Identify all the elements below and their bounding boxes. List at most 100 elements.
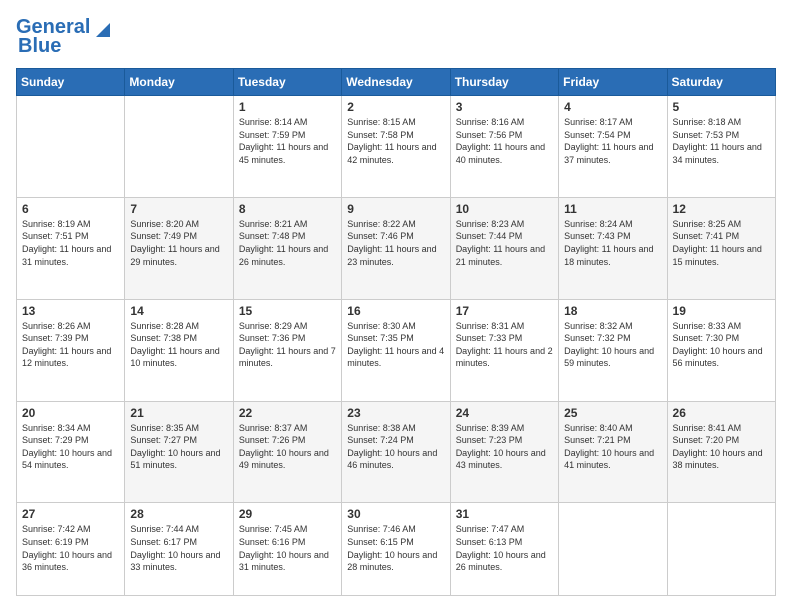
- calendar-cell: 31 Sunrise: 7:47 AM Sunset: 6:13 PM Dayli…: [450, 503, 558, 596]
- weekday-header-sunday: Sunday: [17, 69, 125, 96]
- calendar-cell: [125, 96, 233, 198]
- day-info: Sunrise: 8:40 AM Sunset: 7:21 PM Dayligh…: [564, 422, 661, 472]
- day-number: 26: [673, 406, 770, 420]
- day-number: 16: [347, 304, 444, 318]
- day-info: Sunrise: 8:34 AM Sunset: 7:29 PM Dayligh…: [22, 422, 119, 472]
- day-number: 4: [564, 100, 661, 114]
- weekday-header-wednesday: Wednesday: [342, 69, 450, 96]
- calendar-cell: 14 Sunrise: 8:28 AM Sunset: 7:38 PM Dayli…: [125, 299, 233, 401]
- day-info: Sunrise: 7:46 AM Sunset: 6:15 PM Dayligh…: [347, 523, 444, 573]
- calendar-cell: 29 Sunrise: 7:45 AM Sunset: 6:16 PM Dayli…: [233, 503, 341, 596]
- day-info: Sunrise: 8:15 AM Sunset: 7:58 PM Dayligh…: [347, 116, 444, 166]
- day-info: Sunrise: 8:19 AM Sunset: 7:51 PM Dayligh…: [22, 218, 119, 268]
- calendar-cell: 5 Sunrise: 8:18 AM Sunset: 7:53 PM Daylig…: [667, 96, 775, 198]
- calendar-cell: 20 Sunrise: 8:34 AM Sunset: 7:29 PM Dayli…: [17, 401, 125, 503]
- weekday-header-saturday: Saturday: [667, 69, 775, 96]
- day-info: Sunrise: 7:45 AM Sunset: 6:16 PM Dayligh…: [239, 523, 336, 573]
- week-row-2: 6 Sunrise: 8:19 AM Sunset: 7:51 PM Daylig…: [17, 197, 776, 299]
- day-number: 6: [22, 202, 119, 216]
- day-number: 22: [239, 406, 336, 420]
- day-number: 8: [239, 202, 336, 216]
- day-info: Sunrise: 7:42 AM Sunset: 6:19 PM Dayligh…: [22, 523, 119, 573]
- day-info: Sunrise: 8:14 AM Sunset: 7:59 PM Dayligh…: [239, 116, 336, 166]
- day-info: Sunrise: 8:32 AM Sunset: 7:32 PM Dayligh…: [564, 320, 661, 370]
- weekday-header-thursday: Thursday: [450, 69, 558, 96]
- calendar-cell: 22 Sunrise: 8:37 AM Sunset: 7:26 PM Dayli…: [233, 401, 341, 503]
- day-number: 9: [347, 202, 444, 216]
- week-row-4: 20 Sunrise: 8:34 AM Sunset: 7:29 PM Dayli…: [17, 401, 776, 503]
- day-info: Sunrise: 8:28 AM Sunset: 7:38 PM Dayligh…: [130, 320, 227, 370]
- day-info: Sunrise: 8:18 AM Sunset: 7:53 PM Dayligh…: [673, 116, 770, 166]
- calendar-cell: 8 Sunrise: 8:21 AM Sunset: 7:48 PM Daylig…: [233, 197, 341, 299]
- day-number: 5: [673, 100, 770, 114]
- day-number: 30: [347, 507, 444, 521]
- day-info: Sunrise: 7:44 AM Sunset: 6:17 PM Dayligh…: [130, 523, 227, 573]
- calendar-cell: 27 Sunrise: 7:42 AM Sunset: 6:19 PM Dayli…: [17, 503, 125, 596]
- day-number: 13: [22, 304, 119, 318]
- day-number: 17: [456, 304, 553, 318]
- day-number: 24: [456, 406, 553, 420]
- calendar-table: SundayMondayTuesdayWednesdayThursdayFrid…: [16, 68, 776, 596]
- logo: General Blue: [16, 16, 112, 58]
- calendar-cell: 6 Sunrise: 8:19 AM Sunset: 7:51 PM Daylig…: [17, 197, 125, 299]
- day-number: 10: [456, 202, 553, 216]
- calendar-cell: 1Sunrise: 8:14 AM Sunset: 7:59 PM Daylig…: [233, 96, 341, 198]
- day-info: Sunrise: 8:41 AM Sunset: 7:20 PM Dayligh…: [673, 422, 770, 472]
- calendar-cell: 19Sunrise: 8:33 AM Sunset: 7:30 PM Dayli…: [667, 299, 775, 401]
- day-number: 11: [564, 202, 661, 216]
- day-number: 2: [347, 100, 444, 114]
- calendar-cell: [667, 503, 775, 596]
- calendar-cell: 11 Sunrise: 8:24 AM Sunset: 7:43 PM Dayli…: [559, 197, 667, 299]
- day-info: Sunrise: 8:39 AM Sunset: 7:23 PM Dayligh…: [456, 422, 553, 472]
- day-info: Sunrise: 8:29 AM Sunset: 7:36 PM Dayligh…: [239, 320, 336, 370]
- day-info: Sunrise: 8:30 AM Sunset: 7:35 PM Dayligh…: [347, 320, 444, 370]
- day-number: 27: [22, 507, 119, 521]
- day-info: Sunrise: 8:20 AM Sunset: 7:49 PM Dayligh…: [130, 218, 227, 268]
- calendar-cell: 18 Sunrise: 8:32 AM Sunset: 7:32 PM Dayli…: [559, 299, 667, 401]
- calendar-cell: 15 Sunrise: 8:29 AM Sunset: 7:36 PM Dayli…: [233, 299, 341, 401]
- calendar-cell: 9Sunrise: 8:22 AM Sunset: 7:46 PM Daylig…: [342, 197, 450, 299]
- week-row-5: 27 Sunrise: 7:42 AM Sunset: 6:19 PM Dayli…: [17, 503, 776, 596]
- calendar-cell: 17 Sunrise: 8:31 AM Sunset: 7:33 PM Dayli…: [450, 299, 558, 401]
- day-number: 20: [22, 406, 119, 420]
- day-number: 12: [673, 202, 770, 216]
- calendar-cell: 21Sunrise: 8:35 AM Sunset: 7:27 PM Dayli…: [125, 401, 233, 503]
- logo-blue: Blue: [18, 35, 61, 58]
- day-info: Sunrise: 8:38 AM Sunset: 7:24 PM Dayligh…: [347, 422, 444, 472]
- day-number: 31: [456, 507, 553, 521]
- day-info: Sunrise: 8:21 AM Sunset: 7:48 PM Dayligh…: [239, 218, 336, 268]
- weekday-header-friday: Friday: [559, 69, 667, 96]
- day-number: 28: [130, 507, 227, 521]
- calendar-cell: 30 Sunrise: 7:46 AM Sunset: 6:15 PM Dayli…: [342, 503, 450, 596]
- page: General Blue SundayMondayTuesdayWednesda…: [0, 0, 792, 612]
- calendar-cell: 3Sunrise: 8:16 AM Sunset: 7:56 PM Daylig…: [450, 96, 558, 198]
- day-info: Sunrise: 8:25 AM Sunset: 7:41 PM Dayligh…: [673, 218, 770, 268]
- logo-icon: [90, 17, 112, 39]
- calendar-cell: 12 Sunrise: 8:25 AM Sunset: 7:41 PM Dayli…: [667, 197, 775, 299]
- calendar-cell: 10Sunrise: 8:23 AM Sunset: 7:44 PM Dayli…: [450, 197, 558, 299]
- day-info: Sunrise: 8:16 AM Sunset: 7:56 PM Dayligh…: [456, 116, 553, 166]
- day-info: Sunrise: 8:24 AM Sunset: 7:43 PM Dayligh…: [564, 218, 661, 268]
- day-number: 29: [239, 507, 336, 521]
- day-number: 14: [130, 304, 227, 318]
- day-info: Sunrise: 7:47 AM Sunset: 6:13 PM Dayligh…: [456, 523, 553, 573]
- calendar-cell: 2 Sunrise: 8:15 AM Sunset: 7:58 PM Daylig…: [342, 96, 450, 198]
- day-number: 23: [347, 406, 444, 420]
- calendar-cell: 23 Sunrise: 8:38 AM Sunset: 7:24 PM Dayli…: [342, 401, 450, 503]
- calendar-cell: [559, 503, 667, 596]
- calendar-cell: 7 Sunrise: 8:20 AM Sunset: 7:49 PM Daylig…: [125, 197, 233, 299]
- day-info: Sunrise: 8:26 AM Sunset: 7:39 PM Dayligh…: [22, 320, 119, 370]
- day-number: 7: [130, 202, 227, 216]
- calendar-cell: 26 Sunrise: 8:41 AM Sunset: 7:20 PM Dayli…: [667, 401, 775, 503]
- weekday-header-row: SundayMondayTuesdayWednesdayThursdayFrid…: [17, 69, 776, 96]
- day-number: 15: [239, 304, 336, 318]
- day-number: 18: [564, 304, 661, 318]
- weekday-header-tuesday: Tuesday: [233, 69, 341, 96]
- day-number: 19: [673, 304, 770, 318]
- calendar-cell: 24 Sunrise: 8:39 AM Sunset: 7:23 PM Dayli…: [450, 401, 558, 503]
- day-info: Sunrise: 8:31 AM Sunset: 7:33 PM Dayligh…: [456, 320, 553, 370]
- calendar-cell: 4Sunrise: 8:17 AM Sunset: 7:54 PM Daylig…: [559, 96, 667, 198]
- day-info: Sunrise: 8:37 AM Sunset: 7:26 PM Dayligh…: [239, 422, 336, 472]
- weekday-header-monday: Monday: [125, 69, 233, 96]
- week-row-1: 1Sunrise: 8:14 AM Sunset: 7:59 PM Daylig…: [17, 96, 776, 198]
